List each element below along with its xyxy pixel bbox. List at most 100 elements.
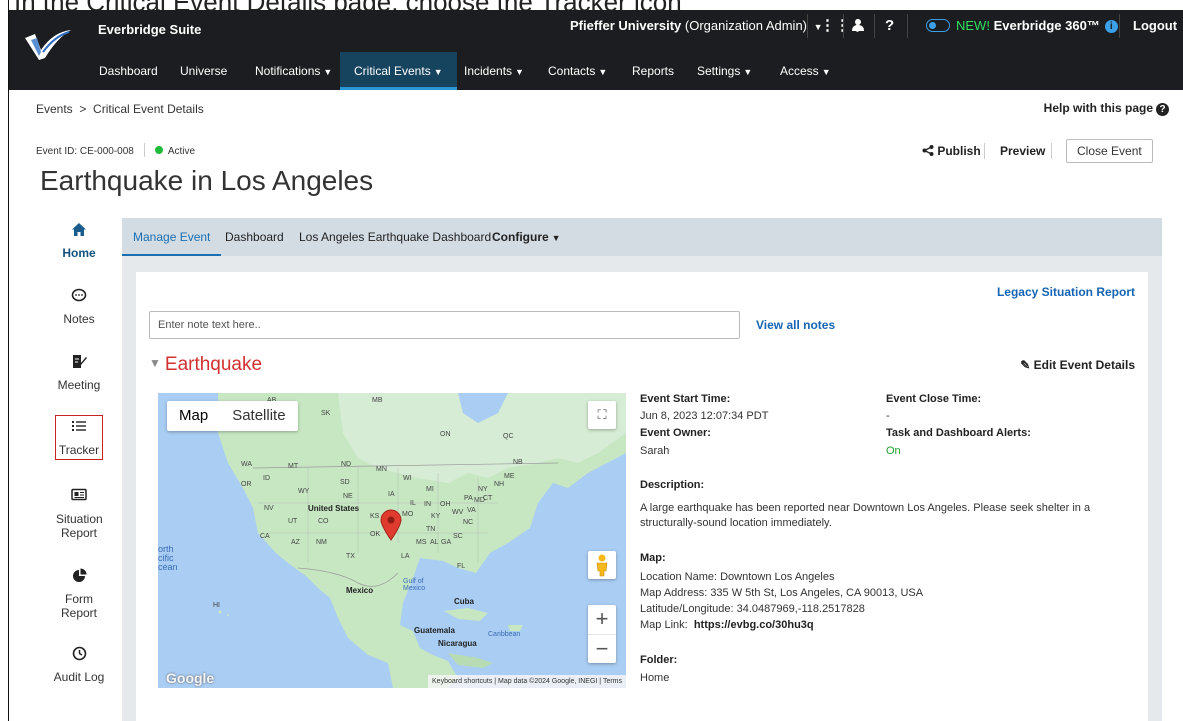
preview-button[interactable]: Preview: [1000, 139, 1045, 163]
chevron-down-icon: ▼: [821, 67, 831, 77]
publish-label: Publish: [937, 144, 981, 158]
page-title: Earthquake in Los Angeles: [40, 165, 374, 196]
location-pin-icon[interactable]: [380, 509, 402, 541]
breadcrumb-events-link[interactable]: Events: [36, 102, 73, 116]
sidebar-item-audit-log[interactable]: Audit Log: [44, 646, 114, 684]
nav-access[interactable]: Access ▼: [780, 52, 831, 90]
nav-notifications[interactable]: Notifications ▼: [255, 52, 332, 90]
map-label: Cuba: [454, 597, 474, 606]
map-label: IN: [424, 501, 431, 508]
tab-configure[interactable]: Configure ▼: [492, 218, 561, 256]
nav-contacts[interactable]: Contacts ▼: [548, 52, 607, 90]
nav-dashboard[interactable]: Dashboard: [99, 52, 158, 90]
map-details-label: Map:: [640, 552, 666, 564]
sidebar-item-meeting[interactable]: Meeting: [44, 354, 114, 392]
pie-chart-icon: [44, 568, 114, 588]
legacy-situation-report-link[interactable]: Legacy Situation Report: [997, 285, 1135, 299]
close-event-button[interactable]: Close Event: [1066, 139, 1153, 163]
event-map[interactable]: AB MB SK ON QC BC WA MT ND MN OR ID SD W…: [158, 393, 626, 688]
sidebar-item-form-report[interactable]: Form Report: [44, 568, 114, 620]
map-label: TN: [426, 526, 436, 533]
map-label: orth cific cean: [158, 544, 178, 572]
chevron-down-icon: ▼: [598, 67, 608, 77]
nav-incidents[interactable]: Incidents ▼: [464, 52, 524, 90]
map-label: MO: [402, 511, 414, 518]
fullscreen-icon[interactable]: ⛶: [588, 401, 616, 429]
top-bar: Everbridge Suite Pfieffer University (Or…: [9, 10, 1183, 90]
tab-la-earthquake-dashboard[interactable]: Los Angeles Earthquake Dashboard: [299, 218, 491, 256]
tab-manage-event[interactable]: Manage Event: [122, 218, 222, 256]
nav-universe[interactable]: Universe: [180, 52, 227, 90]
meeting-icon: [44, 354, 114, 374]
map-view-button[interactable]: Map: [167, 401, 220, 431]
map-label: CO: [318, 518, 329, 525]
sidebar-label-meeting: Meeting: [57, 378, 101, 392]
map-label: OK: [370, 531, 381, 538]
org-switcher[interactable]: Pfieffer University (Organization Admin)…: [570, 10, 823, 42]
alerts-value: On: [886, 445, 901, 457]
map-label: AL: [430, 539, 439, 546]
map-label: NH: [494, 481, 505, 488]
sidebar-label-form-report: Form Report: [60, 592, 98, 620]
status-dot-icon: [154, 146, 163, 154]
map-type-toggle: Map Satellite: [167, 401, 298, 431]
nav-notifications-label: Notifications: [255, 64, 321, 78]
nav-settings-label: Settings: [697, 64, 741, 78]
publish-button[interactable]: Publish: [922, 139, 981, 163]
map-label: LA: [401, 553, 410, 560]
sidebar-item-tracker[interactable]: Tracker: [55, 415, 103, 460]
sidebar-label-notes: Notes: [63, 312, 95, 326]
map-label: Mexico: [346, 586, 374, 595]
chevron-down-icon: ▼: [515, 67, 524, 77]
nav-access-label: Access: [780, 64, 819, 78]
pegman-icon[interactable]: [588, 551, 616, 579]
chevron-down-icon: ▼: [433, 67, 443, 77]
help-icon[interactable]: ?: [885, 10, 894, 42]
tab-dashboard[interactable]: Dashboard: [225, 218, 284, 256]
map-label: FL: [457, 563, 466, 570]
map-label: SD: [340, 479, 350, 486]
section-earthquake-toggle[interactable]: ▼ Earthquake: [149, 354, 262, 376]
zoom-in-button[interactable]: +: [588, 605, 616, 634]
map-label: OR: [241, 481, 252, 488]
map-label: KY: [431, 513, 441, 520]
product-name: Everbridge 360™: [993, 18, 1100, 33]
event-id: Event ID: CE-000-008: [36, 146, 134, 157]
map-label: IL: [410, 500, 416, 507]
user-icon[interactable]: [852, 10, 866, 42]
nav-contacts-label: Contacts: [548, 64, 596, 78]
map-label: NC: [463, 519, 474, 526]
map-label: United States: [308, 504, 360, 513]
manage-event-panel: Legacy Situation Report View all notes ▼…: [136, 272, 1148, 721]
map-label: KS: [370, 513, 380, 520]
close-time-value: -: [886, 410, 890, 422]
map-label: SK: [321, 410, 331, 417]
nav-settings[interactable]: Settings ▼: [697, 52, 752, 90]
zoom-out-button[interactable]: −: [588, 634, 616, 663]
help-link[interactable]: Help with this page?: [1044, 101, 1169, 116]
note-input[interactable]: [149, 311, 740, 339]
map-link[interactable]: https://evbg.co/30hu3q: [694, 619, 814, 631]
edit-event-details-button[interactable]: ✎ Edit Event Details: [1020, 358, 1135, 372]
map-label: MB: [372, 397, 383, 404]
map-attribution[interactable]: Keyboard shortcuts | Map data ©2024 Goog…: [428, 675, 626, 688]
main-content: Manage Event Dashboard Los Angeles Earth…: [122, 218, 1162, 721]
info-icon[interactable]: i: [1104, 20, 1118, 33]
map-label: NV: [264, 505, 274, 512]
everbridge-360-toggle[interactable]: NEW! Everbridge 360™ i: [926, 10, 1118, 42]
sidebar-label-home: Home: [62, 246, 96, 260]
nav-reports[interactable]: Reports: [632, 52, 674, 90]
toggle-icon[interactable]: [926, 19, 950, 32]
home-icon: [44, 222, 114, 242]
nav-critical-events[interactable]: Critical Events ▼: [340, 52, 457, 90]
sidebar-item-notes[interactable]: Notes: [44, 288, 114, 326]
sidebar-item-home[interactable]: Home: [44, 222, 114, 260]
sidebar-item-situation-report[interactable]: Situation Report: [44, 488, 114, 540]
view-all-notes-link[interactable]: View all notes: [756, 318, 835, 332]
map-label: PA: [464, 495, 473, 502]
app-name: Everbridge Suite: [98, 22, 202, 37]
share-icon: [922, 145, 934, 156]
logout-button[interactable]: Logout: [1133, 10, 1177, 42]
satellite-view-button[interactable]: Satellite: [220, 401, 297, 431]
sidebar-label-audit-log: Audit Log: [53, 670, 105, 684]
